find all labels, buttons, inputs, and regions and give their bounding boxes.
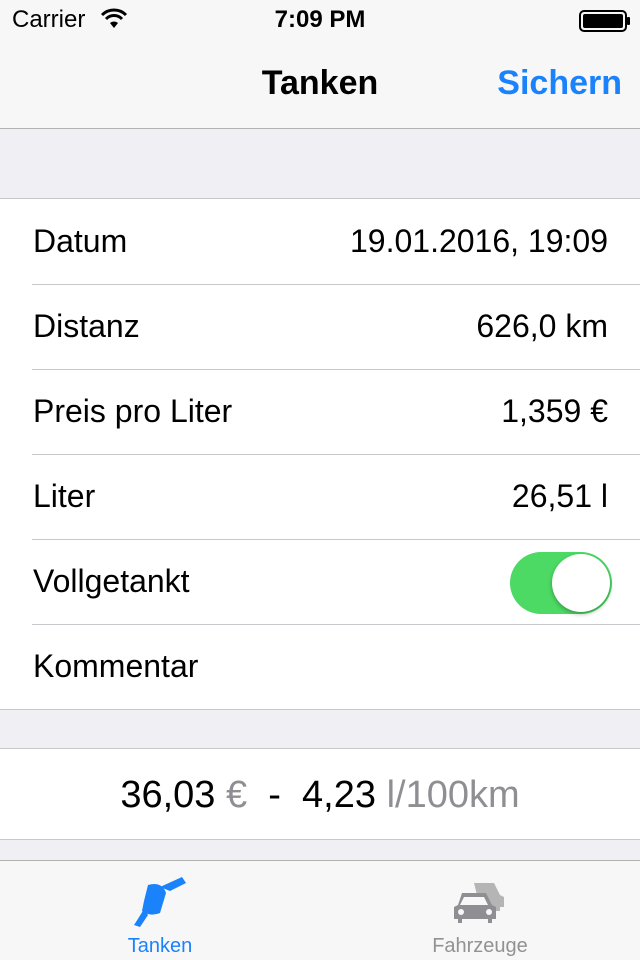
row-value: 1,359 € <box>501 393 608 429</box>
total-price: 36,03 <box>120 774 216 816</box>
navigation-bar: Tanken Sichern <box>0 40 640 129</box>
row-value: 19.01.2016, 19:09 <box>349 223 608 259</box>
consumption-unit: l/100km <box>386 774 520 816</box>
consumption-value: 4,23 <box>302 774 377 816</box>
row-label: Datum <box>33 223 128 259</box>
tab-bar: Tanken Fahrzeuge <box>0 860 640 960</box>
tab-fahrzeuge[interactable]: Fahrzeuge <box>320 861 640 960</box>
toggle-knob <box>552 554 610 612</box>
save-button[interactable]: Sichern <box>497 64 622 103</box>
row-value: 26,51 l <box>511 478 608 514</box>
tab-label: Tanken <box>127 935 193 957</box>
row-label: Vollgetankt <box>33 563 190 599</box>
row-value: 626,0 km <box>476 308 608 344</box>
tab-label: Fahrzeuge <box>432 935 528 957</box>
row-distance[interactable]: Distanz 626,0 km <box>0 284 640 369</box>
full-tank-toggle[interactable] <box>510 552 612 614</box>
row-label: Kommentar <box>33 648 199 684</box>
row-date[interactable]: Datum 19.01.2016, 19:09 <box>0 199 640 284</box>
battery-icon <box>579 10 630 32</box>
fuel-nozzle-icon <box>134 877 186 927</box>
summary-bar: 36,03 € - 4,23 l/100km <box>0 748 640 840</box>
price-unit: € <box>226 774 248 816</box>
refuel-form-table: Datum 19.01.2016, 19:09 Distanz 626,0 km… <box>0 198 640 710</box>
cars-icon <box>454 883 504 923</box>
tab-tanken[interactable]: Tanken <box>0 861 320 960</box>
row-liters[interactable]: Liter 26,51 l <box>0 454 640 539</box>
row-label: Distanz <box>33 308 140 344</box>
status-bar: Carrier 7:09 PM <box>0 0 640 40</box>
row-price-per-liter[interactable]: Preis pro Liter 1,359 € <box>0 369 640 454</box>
row-label: Liter <box>33 478 96 514</box>
row-label: Preis pro Liter <box>33 393 233 429</box>
row-full-tank: Vollgetankt <box>0 539 640 624</box>
status-time: 7:09 PM <box>274 6 366 33</box>
row-comment[interactable]: Kommentar <box>0 624 640 709</box>
summary-separator: - <box>268 774 281 816</box>
